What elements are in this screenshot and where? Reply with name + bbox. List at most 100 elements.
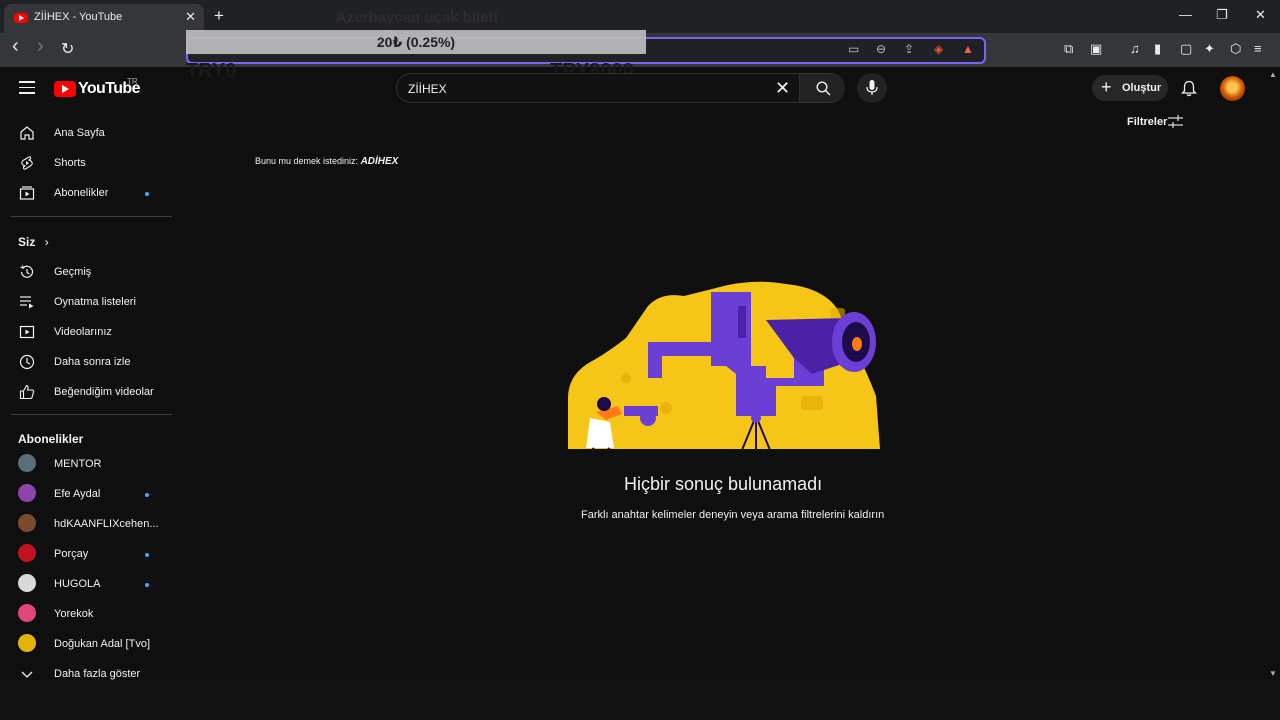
search-button[interactable]	[799, 74, 845, 102]
channel-name: MENTOR	[54, 458, 102, 470]
sidebar-toggle-icon[interactable]: ▮	[1154, 41, 1161, 57]
no-results-title: Hiçbir sonuç bulunamadı	[624, 474, 823, 494]
sidebar-item-history[interactable]: Geçmiş	[0, 257, 172, 287]
sidebar-item-label: Shorts	[54, 157, 86, 169]
subscription-item[interactable]: Yorekok	[0, 599, 172, 629]
reload-icon[interactable]: ↻	[61, 39, 74, 59]
new-content-dot	[145, 493, 149, 497]
channel-name: HUGOLA	[54, 578, 101, 590]
filters-icon[interactable]	[1168, 115, 1183, 129]
new-tab-button[interactable]: +	[214, 6, 224, 26]
did-you-mean-link[interactable]: ADİHEX	[361, 156, 399, 167]
watch-later-icon	[19, 354, 35, 370]
brave-rewards-icon[interactable]: ▲	[962, 42, 974, 56]
your-videos-icon	[19, 325, 35, 339]
chevron-right-icon: ›	[44, 235, 49, 249]
sidebar-item-label: Ana Sayfa	[54, 127, 105, 139]
sidebar-item-label: Beğendiğim videolar	[54, 386, 154, 398]
subscription-item[interactable]: Efe Aydal	[0, 479, 172, 509]
channel-avatar	[18, 604, 36, 622]
microphone-icon	[866, 80, 878, 95]
tab-close-icon[interactable]: ✕	[185, 9, 196, 25]
share-icon[interactable]: ⇪	[904, 42, 914, 56]
channel-name: hdKAANFLIXcehen...	[54, 518, 159, 530]
screenshot-icon[interactable]: ▣	[1090, 41, 1102, 57]
overlay-price-change: 20₺ (0.25%)	[186, 30, 646, 54]
channel-avatar	[18, 454, 36, 472]
vpn-icon[interactable]: ⬡	[1230, 41, 1241, 57]
sidebar-item-label: Geçmiş	[54, 266, 92, 278]
sidebar-item-label: Videolarınız	[54, 326, 112, 338]
show-more-label: Daha fazla göster	[54, 668, 141, 680]
sidebar-item-liked-videos[interactable]: Beğendiğim videolar	[0, 377, 172, 407]
scroll-down-arrow-icon[interactable]: ▼	[1269, 669, 1277, 678]
no-results-illustration	[568, 281, 880, 451]
hamburger-menu-icon[interactable]	[19, 81, 35, 94]
minimize-icon[interactable]: —	[1179, 7, 1192, 22]
search-input[interactable]: ZİİHEX	[408, 82, 447, 96]
channel-name: Yorekok	[54, 608, 94, 620]
subscription-item[interactable]: Porçay	[0, 539, 172, 569]
sidebar-item-watch-later[interactable]: Daha sonra izle	[0, 347, 172, 377]
subscription-item[interactable]: MENTOR	[0, 449, 172, 479]
sidebar-item-shorts[interactable]: Shorts	[0, 148, 172, 178]
shorts-icon	[21, 156, 33, 170]
overlay-title: Azerbaycan uçak bileti	[336, 9, 498, 26]
media-icon[interactable]: ♫	[1130, 41, 1140, 56]
sidebar-item-label: Oynatma listeleri	[54, 296, 136, 308]
clear-search-icon[interactable]: ✕	[775, 78, 790, 99]
subscriptions-heading: Abonelikler	[18, 432, 84, 446]
subscription-item[interactable]: Doğukan Adal [Tvo]	[0, 629, 172, 659]
subscription-item[interactable]: HUGOLA	[0, 569, 172, 599]
channel-avatar	[18, 574, 36, 592]
new-content-dot	[145, 192, 149, 196]
menu-icon[interactable]: ≡	[1254, 41, 1262, 56]
channel-name: Porçay	[54, 548, 89, 560]
subscriptions-icon	[19, 186, 35, 200]
thumbs-up-icon	[19, 384, 35, 400]
tab-title: ZİİHEX - YouTube	[34, 11, 123, 23]
wallet-icon[interactable]: ▢	[1180, 41, 1192, 57]
search-icon	[816, 81, 831, 96]
sidebar-divider	[11, 414, 172, 415]
sidebar-item-subscriptions[interactable]: Abonelikler	[0, 178, 172, 208]
history-icon	[20, 265, 34, 278]
youtube-header: YouTube TR ZİİHEX ✕ + Oluştur	[0, 67, 1268, 111]
account-avatar[interactable]	[1220, 76, 1245, 101]
playlists-icon	[20, 296, 34, 309]
you-section-heading[interactable]: Siz ›	[18, 235, 49, 249]
search-box[interactable]: ZİİHEX ✕	[396, 73, 845, 103]
zoom-icon[interactable]: ⊖	[876, 42, 886, 56]
subscription-item[interactable]: hdKAANFLIXcehen...	[0, 509, 172, 539]
did-you-mean-prefix: Bunu mu demek istediniz:	[255, 156, 361, 166]
create-button[interactable]: + Oluştur	[1092, 75, 1168, 101]
channel-avatar	[18, 544, 36, 562]
filters-button[interactable]: Filtreler	[1127, 116, 1167, 128]
restore-icon[interactable]: ❐	[1216, 7, 1228, 23]
did-you-mean: Bunu mu demek istediniz: ADİHEX	[255, 156, 398, 167]
create-label: Oluştur	[1122, 82, 1162, 94]
no-results-subtitle: Farklı anahtar kelimeler deneyin veya ar…	[581, 509, 885, 521]
voice-search-button[interactable]	[857, 73, 887, 103]
window-close-icon[interactable]: ✕	[1255, 7, 1266, 23]
sidebar-item-your-videos[interactable]: Videolarınız	[0, 317, 172, 347]
sidebar-divider	[11, 216, 172, 217]
scroll-up-arrow-icon[interactable]: ▲	[1269, 70, 1277, 79]
back-icon[interactable]: ‹	[12, 35, 19, 58]
sidebar-item-playlists[interactable]: Oynatma listeleri	[0, 287, 172, 317]
sidebar-item-home[interactable]: Ana Sayfa	[0, 118, 172, 148]
youtube-play-icon	[54, 81, 76, 97]
leo-ai-icon[interactable]: ✦	[1204, 41, 1215, 57]
extensions-icon[interactable]: ⧉	[1064, 41, 1073, 57]
country-code: TR	[127, 77, 138, 86]
channel-avatar	[18, 514, 36, 532]
brave-shields-icon[interactable]: ◈	[934, 42, 943, 56]
forward-icon[interactable]: ›	[37, 35, 44, 58]
browser-tab[interactable]: ZİİHEX - YouTube ✕	[4, 4, 204, 33]
youtube-favicon-icon	[14, 13, 28, 23]
bottom-bar	[0, 680, 1280, 720]
channel-avatar	[18, 484, 36, 502]
cast-icon[interactable]: ▭	[848, 42, 859, 56]
channel-name: Efe Aydal	[54, 488, 101, 500]
notifications-bell-icon[interactable]	[1181, 80, 1197, 97]
